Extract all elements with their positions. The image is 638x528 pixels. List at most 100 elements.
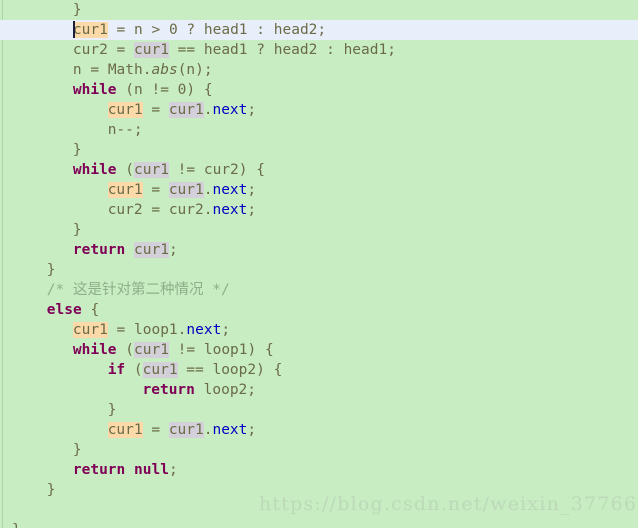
code-line[interactable]: }	[0, 0, 638, 20]
code-line[interactable]: cur2 = cur2.next;	[0, 200, 638, 220]
code-token: head2	[273, 42, 318, 58]
code-token: =	[107, 22, 135, 38]
text-caret	[72, 21, 75, 38]
code-token: loop2	[212, 362, 257, 378]
code-token: ;	[168, 242, 178, 258]
code-line[interactable]: else {	[0, 300, 638, 320]
code-token: next	[212, 102, 248, 118]
code-token: loop2	[203, 382, 248, 398]
code-token: ;	[247, 202, 257, 218]
code-line-content: }	[12, 520, 21, 528]
code-token: ) {	[238, 162, 265, 178]
occurrence-read: cur1	[134, 342, 169, 358]
code-line-content: cur1 = cur1.next;	[107, 100, 257, 120]
code-line-content: cur1 = n > 0 ? head1 : head2;	[72, 20, 327, 40]
code-token: }	[72, 2, 82, 18]
code-token: ?	[177, 22, 204, 38]
code-line[interactable]: }	[0, 220, 638, 240]
code-line[interactable]: }	[0, 140, 638, 160]
code-token: =	[107, 322, 135, 338]
code-token: n	[186, 62, 196, 78]
code-line[interactable]: cur2 = cur1 == head1 ? head2 : head1;	[0, 40, 638, 60]
code-token: (	[116, 342, 135, 358]
code-line[interactable]: while (n != 0) {	[0, 80, 638, 100]
code-token: next	[212, 202, 248, 218]
code-editor-view[interactable]: } cur1 = n > 0 ? head1 : head2; cur2 = cur…	[0, 0, 638, 528]
code-line[interactable]: cur1 = loop1.next;	[0, 320, 638, 340]
code-token: */	[203, 282, 230, 298]
code-line-content: }	[73, 0, 82, 20]
code-line-content: cur1 = cur1.next;	[107, 420, 257, 440]
code-token: return	[72, 242, 126, 258]
code-token: ==	[177, 362, 213, 378]
occurrence-write: cur1	[107, 182, 143, 198]
code-token: }	[12, 522, 21, 528]
code-token: else	[46, 302, 82, 318]
code-token: ?	[247, 42, 274, 58]
watermark-url: https://blog.csdn.net/weixin_37766296	[259, 493, 638, 515]
code-token: :	[317, 42, 344, 58]
code-line[interactable]: }	[0, 520, 638, 528]
code-line[interactable]: n = Math.abs(n);	[0, 60, 638, 80]
code-token: ;	[247, 182, 257, 198]
code-token: }	[72, 222, 82, 238]
code-line[interactable]: return cur1;	[0, 240, 638, 260]
occurrence-write: cur1	[107, 422, 143, 438]
code-line[interactable]: cur1 = n > 0 ? head1 : head2;	[0, 20, 638, 40]
occurrence-read: cur1	[134, 242, 169, 258]
code-line-content: return cur1;	[73, 240, 178, 260]
code-line[interactable]: }	[0, 440, 638, 460]
code-token: (	[116, 82, 135, 98]
code-token: n	[72, 62, 82, 78]
code-token: head2	[273, 22, 318, 38]
code-token: while	[72, 82, 117, 98]
code-token: ;	[247, 382, 257, 398]
code-line-content: }	[73, 440, 82, 460]
code-line-content: while (cur1 != loop1) {	[73, 340, 274, 360]
code-line[interactable]: while (cur1 != loop1) {	[0, 340, 638, 360]
code-line-content: while (n != 0) {	[73, 80, 213, 100]
code-token: ;	[247, 422, 257, 438]
code-line[interactable]: n--;	[0, 120, 638, 140]
code-token: {	[81, 302, 100, 318]
code-line-content: }	[47, 260, 56, 280]
code-token: =	[107, 42, 135, 58]
code-line[interactable]: return loop2;	[0, 380, 638, 400]
code-line[interactable]: while (cur1 != cur2) {	[0, 160, 638, 180]
code-line[interactable]: cur1 = cur1.next;	[0, 100, 638, 120]
code-line[interactable]: return null;	[0, 460, 638, 480]
code-token: ;	[221, 322, 231, 338]
code-line[interactable]: cur1 = cur1.next;	[0, 420, 638, 440]
code-token: ) {	[186, 82, 213, 98]
code-token: cur2	[107, 202, 143, 218]
code-line[interactable]: if (cur1 == loop2) {	[0, 360, 638, 380]
code-token: return	[142, 382, 195, 398]
code-token: >	[142, 22, 169, 38]
code-token: ) {	[247, 342, 274, 358]
code-token: (	[116, 162, 135, 178]
code-line[interactable]: }	[0, 260, 638, 280]
code-token: (	[125, 362, 143, 378]
code-line[interactable]: /* 这是针对第二种情况 */	[0, 280, 638, 300]
code-line-list[interactable]: } cur1 = n > 0 ? head1 : head2; cur2 = cur…	[0, 0, 638, 528]
code-token: );	[195, 62, 213, 78]
code-line[interactable]: cur1 = cur1.next;	[0, 180, 638, 200]
occurrence-write: cur1	[107, 102, 143, 118]
code-line-content: cur1 = loop1.next;	[72, 320, 231, 340]
code-line-content: }	[73, 220, 82, 240]
code-token: next	[186, 322, 222, 338]
code-token: loop1	[134, 322, 178, 338]
code-token: loop1	[203, 342, 248, 358]
code-token: }	[72, 142, 82, 158]
code-line[interactable]: }	[0, 400, 638, 420]
code-token: =	[81, 62, 108, 78]
code-token: ;	[247, 102, 257, 118]
code-token: ;	[317, 22, 327, 38]
code-token: =	[142, 202, 169, 218]
code-token: }	[107, 402, 117, 418]
code-line-content: if (cur1 == loop2) {	[108, 360, 282, 380]
code-line-content: cur2 = cur2.next;	[108, 200, 256, 220]
